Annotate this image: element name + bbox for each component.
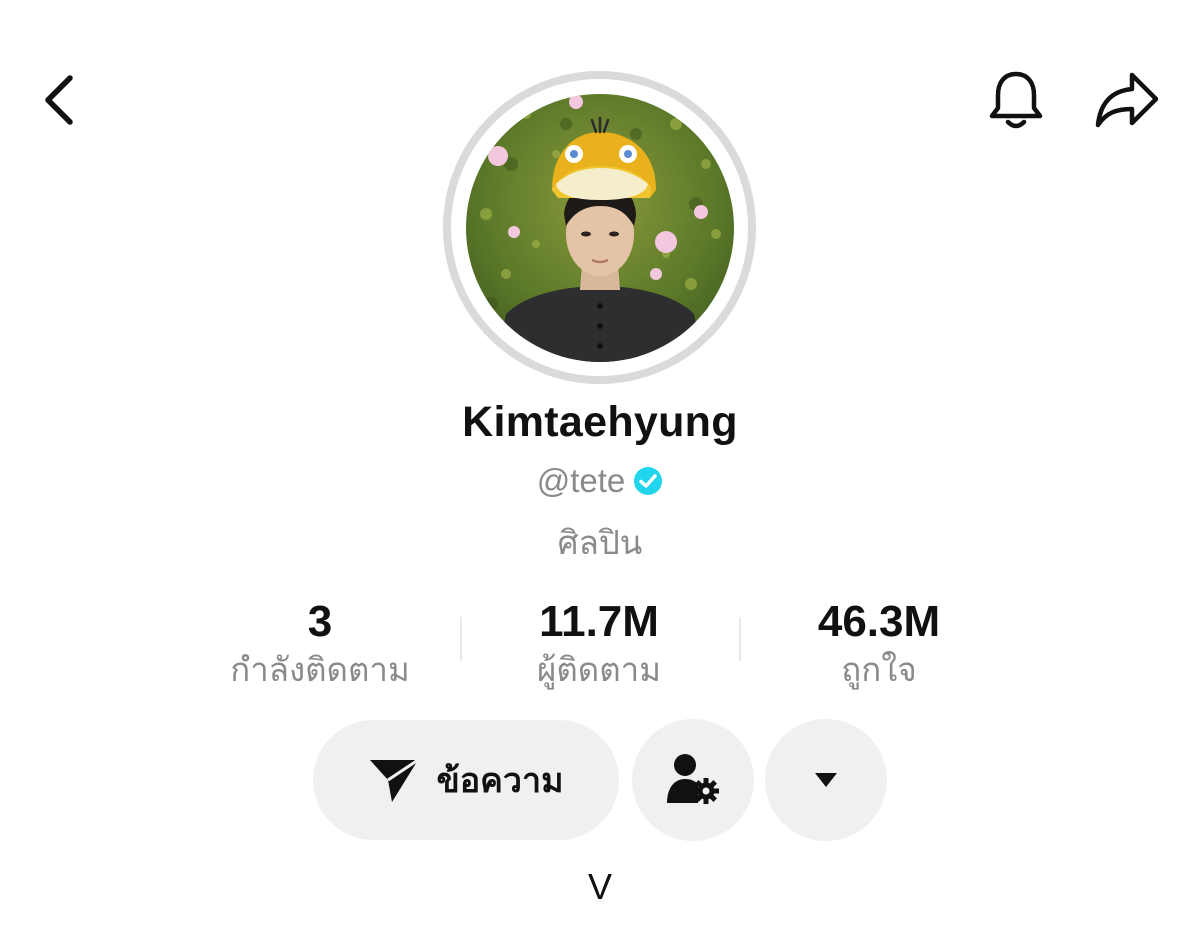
stat-divider bbox=[739, 617, 741, 661]
stat-divider bbox=[460, 617, 462, 661]
user-gear-icon bbox=[667, 754, 719, 804]
back-button[interactable] bbox=[28, 68, 88, 132]
more-options-button[interactable] bbox=[765, 719, 887, 841]
stat-following[interactable]: 3 กำลังติดตาม bbox=[190, 596, 450, 690]
message-button[interactable]: ข้อความ bbox=[313, 720, 619, 840]
chevron-left-icon bbox=[45, 75, 73, 125]
share-button[interactable] bbox=[1092, 66, 1162, 132]
followers-label: ผู้ติดตาม bbox=[537, 651, 661, 688]
profile-photo bbox=[466, 94, 734, 362]
stat-followers[interactable]: 11.7M ผู้ติดตาม bbox=[469, 596, 729, 690]
username-handle: @tete bbox=[536, 462, 626, 499]
notification-bell-button[interactable] bbox=[984, 66, 1048, 134]
display-name: Kimtaehyung bbox=[462, 398, 738, 446]
caret-down-icon bbox=[815, 773, 837, 787]
following-count: 3 bbox=[307, 597, 333, 646]
bio-text: V bbox=[587, 866, 612, 907]
stat-likes[interactable]: 46.3M ถูกใจ bbox=[749, 596, 1009, 690]
bell-icon bbox=[989, 71, 1043, 129]
send-plane-icon bbox=[370, 758, 420, 802]
handle-row: @tete bbox=[0, 462, 1200, 500]
share-arrow-icon bbox=[1095, 72, 1159, 128]
followers-count: 11.7M bbox=[539, 597, 659, 646]
following-label: กำลังติดตาม bbox=[230, 651, 410, 688]
likes-count: 46.3M bbox=[817, 597, 941, 646]
message-button-label: ข้อความ bbox=[436, 762, 564, 800]
account-category: ศิลปิน bbox=[557, 524, 643, 561]
avatar[interactable] bbox=[466, 94, 734, 362]
friend-settings-button[interactable] bbox=[632, 719, 754, 841]
likes-label: ถูกใจ bbox=[841, 651, 917, 688]
verified-check-icon bbox=[633, 466, 663, 496]
